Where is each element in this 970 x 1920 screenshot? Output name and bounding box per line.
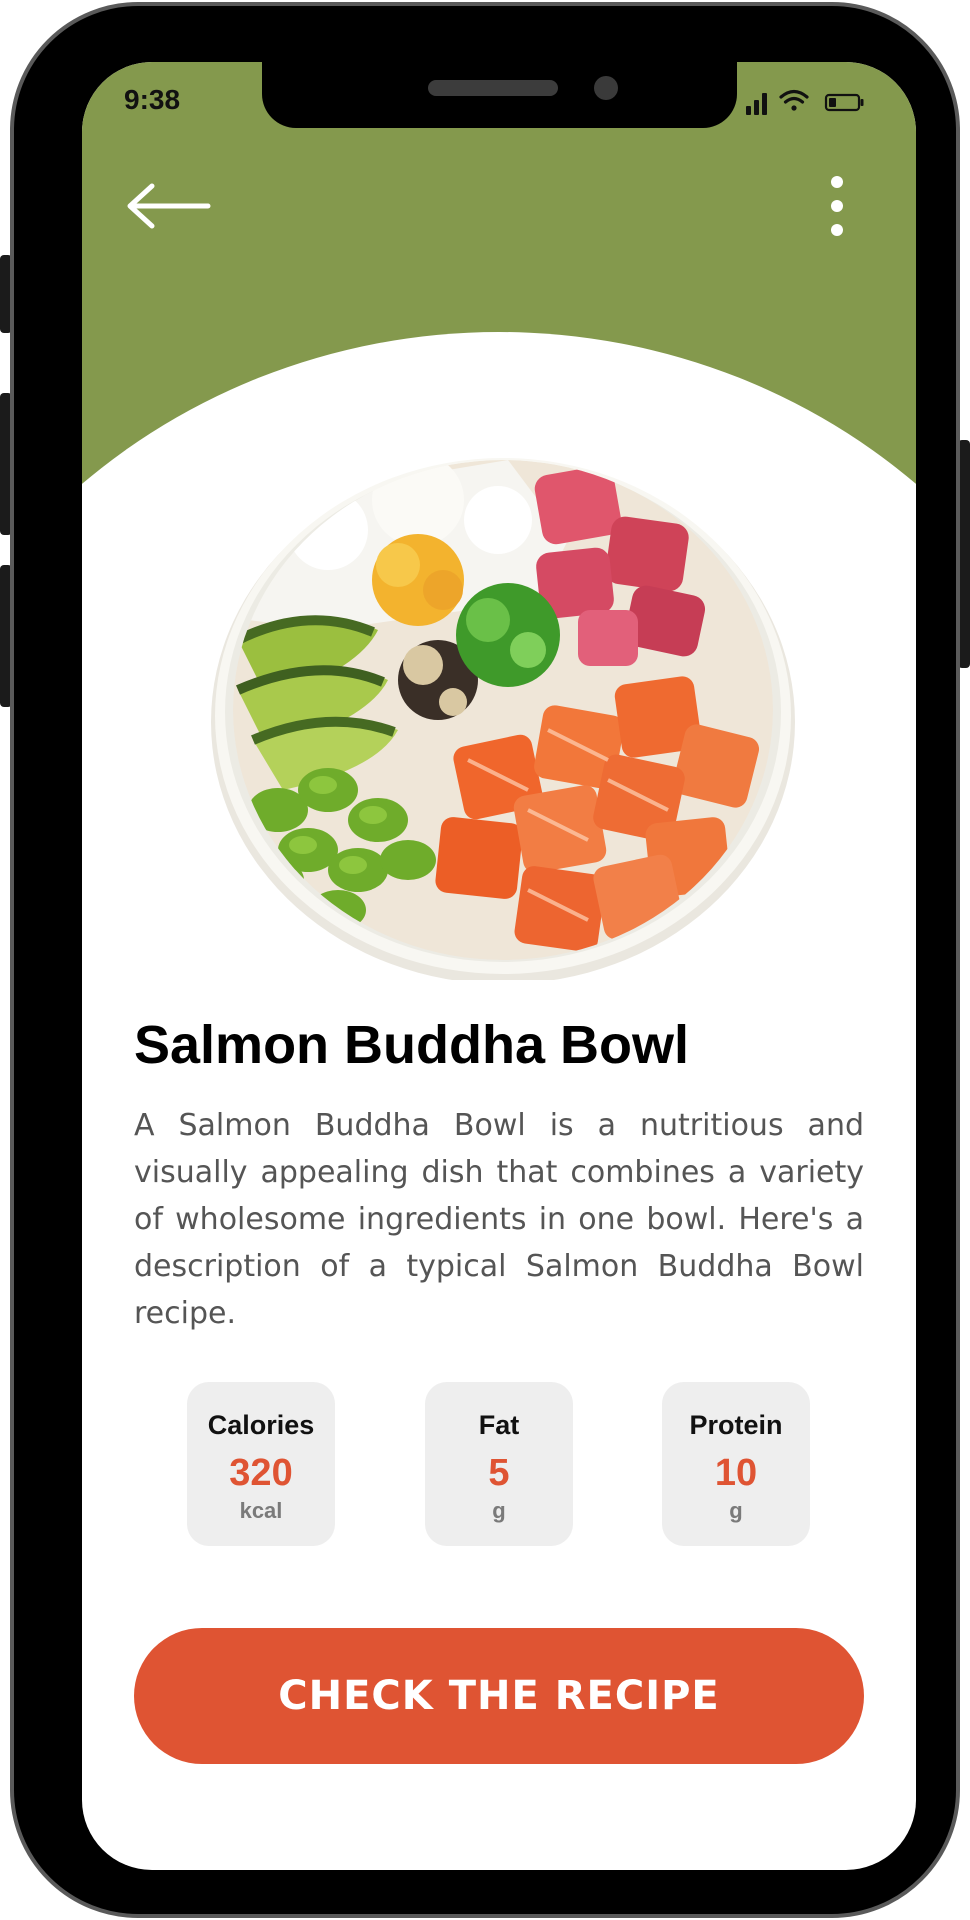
- nutrient-unit: g: [492, 1498, 506, 1523]
- phone-body: 9:38 Salmon Buddha Bowl A Salmon Buddha …: [10, 2, 960, 1918]
- nutrient-unit: kcal: [239, 1498, 283, 1523]
- status-time: 9:38: [124, 84, 181, 115]
- cellular-signal-icon: [746, 93, 767, 115]
- device-notch: [262, 62, 737, 128]
- nutrient-label: Fat: [478, 1410, 520, 1440]
- nutrient-card-fat: Fat 5 g: [425, 1382, 573, 1546]
- nutrient-label: Calories: [207, 1410, 315, 1440]
- more-vertical-icon: [831, 176, 843, 236]
- device-frame: 9:38 Salmon Buddha Bowl A Salmon Buddha …: [0, 0, 970, 1920]
- wifi-icon: [779, 89, 809, 111]
- nutrient-unit: g: [729, 1498, 743, 1523]
- nutrient-card-protein: Protein 10 g: [662, 1382, 810, 1546]
- recipe-description: A Salmon Buddha Bowl is a nutritious and…: [134, 1108, 864, 1331]
- back-arrow-icon: [127, 183, 211, 229]
- back-button[interactable]: [122, 176, 212, 236]
- battery-icon: [824, 93, 864, 112]
- app-screen: 9:38 Salmon Buddha Bowl A Salmon Buddha …: [82, 62, 916, 1870]
- earpiece-speaker: [428, 80, 558, 96]
- nutrient-label: Protein: [689, 1410, 783, 1440]
- nutrient-value: 5: [488, 1452, 510, 1494]
- nutrient-value: 320: [229, 1452, 293, 1494]
- more-options-button[interactable]: [812, 170, 862, 242]
- status-icons: [746, 89, 864, 115]
- recipe-title: Salmon Buddha Bowl: [134, 1015, 690, 1075]
- salmon-bowl-image: [211, 458, 795, 980]
- check-recipe-button[interactable]: CHECK THE RECIPE: [134, 1628, 864, 1764]
- front-camera: [594, 76, 618, 100]
- nutrient-card-calories: Calories 320 kcal: [187, 1382, 335, 1546]
- nutrient-value: 10: [714, 1452, 758, 1494]
